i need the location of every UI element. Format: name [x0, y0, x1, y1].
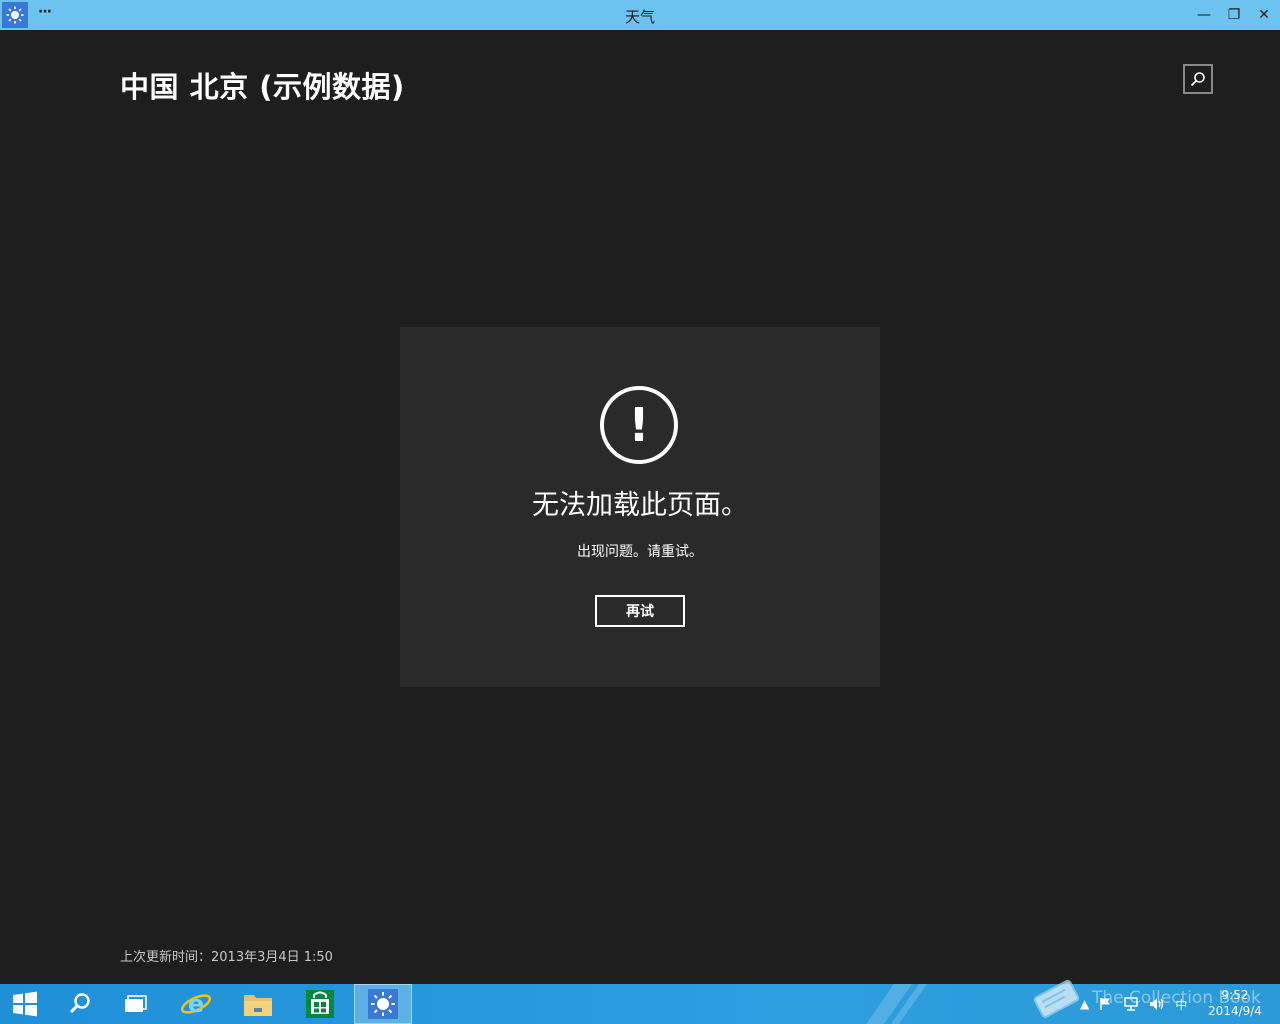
error-panel: ! 无法加载此页面。 出现问题。请重试。 再试 [400, 327, 880, 687]
internet-explorer-icon: e [180, 990, 212, 1018]
retry-button[interactable]: 再试 [595, 595, 685, 627]
store-button[interactable] [292, 984, 348, 1024]
title-bar: ··· 天气 — ❐ ✕ [0, 0, 1280, 30]
location-title: 中国 北京 (示例数据) [120, 70, 405, 104]
error-title: 无法加载此页面。 [532, 490, 748, 521]
restore-button[interactable]: ❐ [1222, 4, 1246, 26]
warning-glyph: ! [628, 398, 650, 452]
clock-time: 9:52 [1221, 988, 1249, 1002]
search-icon [69, 993, 90, 1014]
network-icon[interactable] [1123, 997, 1139, 1011]
close-button[interactable]: ✕ [1252, 4, 1276, 26]
start-button[interactable] [0, 984, 50, 1024]
search-icon [1190, 72, 1205, 87]
ime-indicator[interactable]: 中 [1175, 996, 1187, 1013]
task-view-icon [125, 995, 147, 1012]
flag-icon[interactable] [1099, 997, 1113, 1011]
warning-icon: ! [600, 386, 678, 464]
minimize-button[interactable]: — [1192, 4, 1216, 26]
clock[interactable]: 9:52 2014/9/4 [1200, 987, 1270, 1019]
last-updated-text: 上次更新时间：2013年3月4日 1:50 [120, 950, 333, 965]
weather-taskbar-button[interactable] [354, 984, 412, 1024]
error-message: 出现问题。请重试。 [577, 544, 703, 560]
internet-explorer-button[interactable]: e [168, 984, 224, 1024]
folder-icon [244, 995, 272, 1016]
weather-icon [368, 989, 398, 1019]
system-tray: ▲ 中 [1080, 984, 1197, 1024]
windows-logo-icon [13, 991, 37, 1017]
svg-text:e: e [188, 990, 204, 1018]
window-title: 天气 [624, 8, 655, 26]
taskbar: e The Collection Book ▲ 中 9:52 2014/9/4 [0, 979, 1280, 1024]
clock-date: 2014/9/4 [1208, 1004, 1262, 1018]
store-icon [306, 990, 334, 1018]
volume-icon[interactable] [1149, 997, 1165, 1011]
watermark-book-icon [1033, 979, 1080, 1018]
task-view-button[interactable] [108, 984, 164, 1024]
show-hidden-icons-icon[interactable]: ▲ [1080, 997, 1089, 1011]
search-button[interactable] [1183, 64, 1213, 94]
search-taskbar-button[interactable] [52, 984, 108, 1024]
file-explorer-button[interactable] [230, 984, 286, 1024]
